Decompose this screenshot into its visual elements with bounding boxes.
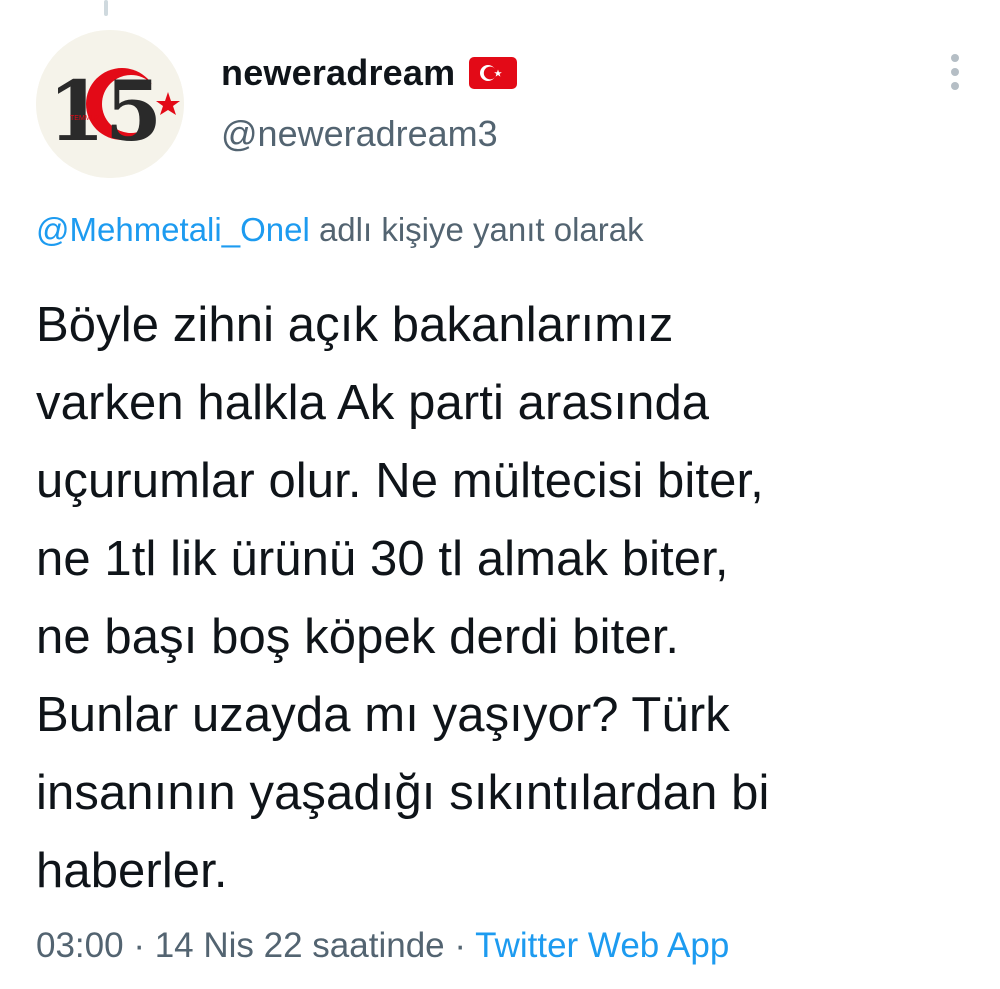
tweet-time[interactable]: 03:00 bbox=[36, 926, 124, 965]
tweet-text: Böyle zihni açık bakanlarımız varken hal… bbox=[36, 298, 770, 898]
author-handle[interactable]: @neweradream3 bbox=[221, 113, 498, 155]
avatar-number: 15 bbox=[48, 64, 162, 160]
tweet-meta: 03:00 · 14 Nis 22 saatinde · Twitter Web… bbox=[36, 926, 729, 966]
meta-separator: · bbox=[454, 926, 467, 965]
tweet-date[interactable]: 14 Nis 22 saatinde bbox=[155, 926, 445, 965]
avatar[interactable]: 15 TEMMUZ bbox=[36, 30, 184, 178]
thread-connector-line bbox=[104, 0, 108, 16]
turkey-flag-icon bbox=[469, 57, 518, 89]
author-name-row[interactable]: neweradream bbox=[221, 52, 518, 94]
avatar-15-temmuz-logo: 15 TEMMUZ bbox=[36, 30, 184, 178]
reply-mention-link[interactable]: @Mehmetali_Onel bbox=[36, 211, 310, 248]
meta-separator: · bbox=[133, 926, 145, 965]
avatar-label: TEMMUZ bbox=[70, 115, 101, 122]
more-vertical-icon[interactable] bbox=[938, 50, 972, 94]
author-display-name[interactable]: neweradream bbox=[221, 52, 455, 94]
reply-context: @Mehmetali_Onel adlı kişiye yanıt olarak bbox=[36, 211, 644, 249]
reply-context-suffix: adlı kişiye yanıt olarak bbox=[318, 211, 644, 248]
tweet-source-link[interactable]: Twitter Web App bbox=[475, 926, 729, 965]
